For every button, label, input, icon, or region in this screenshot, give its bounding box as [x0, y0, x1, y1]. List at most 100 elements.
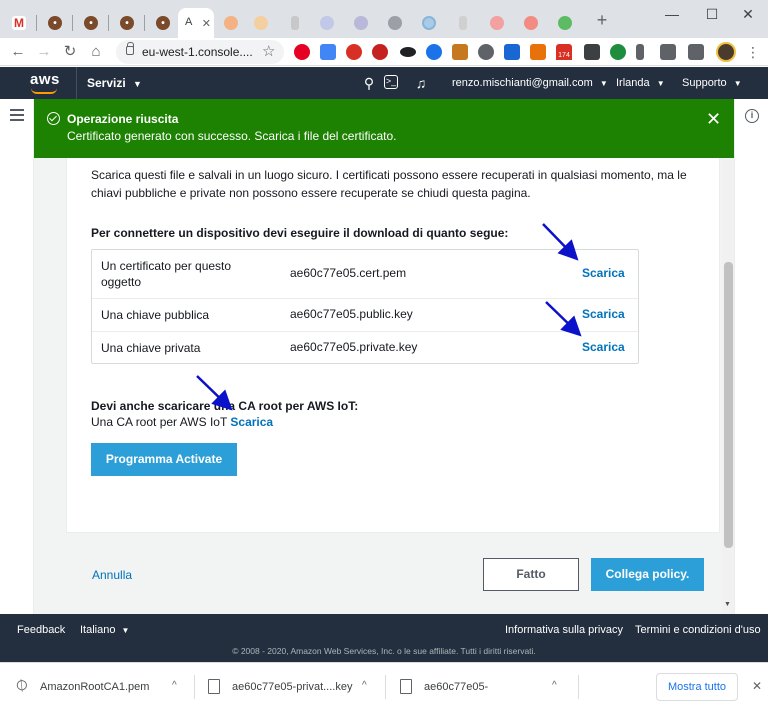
eye-icon[interactable]	[400, 47, 416, 57]
chevron-up-icon[interactable]: ^	[552, 680, 557, 691]
aws-logo[interactable]: aws	[30, 71, 60, 88]
usb-icon[interactable]	[636, 44, 644, 60]
support-menu[interactable]: Supporto ▼	[682, 67, 742, 100]
download-filename: AmazonRootCA1.pem	[40, 681, 150, 693]
download-filename: ae60c77e05-	[424, 681, 489, 693]
extension-box-icon[interactable]	[452, 44, 468, 60]
cancel-link[interactable]: Annulla	[92, 568, 132, 582]
adblock-icon[interactable]	[372, 44, 388, 60]
aws-navbar: aws Servizi ▼ ⚲ >_ ♫ renzo.mischianti@gm…	[0, 67, 768, 99]
tab-extra-5[interactable]	[346, 8, 376, 38]
bookmark-star-icon[interactable]: ☆	[262, 42, 275, 60]
terms-link[interactable]: Termini e condizioni d'uso	[635, 624, 761, 636]
scroll-down-arrow-icon[interactable]: ▼	[724, 601, 731, 608]
lock-icon	[126, 42, 134, 55]
aws-smile-icon	[31, 88, 57, 94]
browser-tab-strip: M • • • • A ✕ + — ☐ ✕	[0, 0, 768, 38]
pinterest-icon[interactable]	[294, 44, 310, 60]
console-footer: Feedback Italiano ▼ Informativa sulla pr…	[0, 614, 768, 662]
tab-extra-9[interactable]	[482, 8, 512, 38]
tab-extra-3[interactable]	[280, 8, 310, 38]
privacy-link[interactable]: Informativa sulla privacy	[505, 624, 623, 636]
close-icon[interactable]: ✕	[706, 109, 721, 130]
new-tab-button[interactable]: +	[592, 10, 612, 30]
back-icon[interactable]: ←	[6, 40, 30, 64]
page-favicon-icon	[558, 16, 572, 30]
browser-toolbar: ← → ↻ ⌂ eu-west-1.console.... ☆ 174 ⋮	[0, 38, 768, 66]
download-item[interactable]: ae60c77e05-privat....key ^	[208, 663, 378, 710]
file-name: ae60c77e05.private.key	[290, 340, 418, 354]
tab-extra-4[interactable]	[312, 8, 342, 38]
tab-extra-11[interactable]	[550, 8, 580, 38]
chevron-up-icon[interactable]: ^	[362, 680, 367, 691]
share-icon[interactable]	[610, 44, 626, 60]
tab-extra-7[interactable]	[414, 8, 444, 38]
close-icon[interactable]: ✕	[752, 679, 762, 693]
react-icon[interactable]	[426, 44, 442, 60]
owl-favicon-icon: •	[120, 16, 134, 30]
window-close-icon[interactable]: ✕	[728, 4, 768, 24]
puzzle-icon[interactable]	[688, 44, 704, 60]
download-root-ca-link[interactable]: Scarica	[230, 415, 273, 429]
search-icon[interactable]: ⚲	[361, 75, 377, 91]
download-item[interactable]: ae60c77e05- ^	[400, 663, 570, 710]
file-description: Un certificato per questo oggetto	[101, 259, 232, 289]
calendar-icon[interactable]: 174	[556, 44, 572, 60]
activate-program-button[interactable]: Programma Activate	[91, 443, 237, 476]
tab-extra-6[interactable]	[380, 8, 410, 38]
reload-icon[interactable]: ↻	[58, 40, 82, 64]
left-navigation-rail	[0, 99, 34, 614]
minimize-icon[interactable]: —	[652, 4, 692, 24]
translate-icon[interactable]	[320, 44, 336, 60]
attach-policy-button[interactable]: Collega policy.	[591, 558, 704, 591]
table-row: Una chiave privata ae60c77e05.private.ke…	[92, 332, 638, 364]
show-all-downloads-button[interactable]: Mostra tutto	[656, 673, 738, 701]
account-menu[interactable]: renzo.mischianti@gmail.com ▼	[452, 67, 608, 100]
window-capture-icon[interactable]	[660, 44, 676, 60]
services-menu[interactable]: Servizi ▼	[76, 67, 142, 99]
moon-icon[interactable]	[478, 44, 494, 60]
page-favicon-icon	[354, 16, 368, 30]
hamburger-menu-icon[interactable]	[10, 109, 24, 121]
owl-favicon-icon: •	[84, 16, 98, 30]
download-cert-link[interactable]: Scarica	[582, 266, 625, 280]
feedback-link[interactable]: Feedback	[17, 624, 65, 636]
tab-blog-4[interactable]: •	[148, 8, 178, 38]
extension-orange-icon[interactable]	[530, 44, 546, 60]
tab-extra-2[interactable]	[246, 8, 276, 38]
tab-blog-3[interactable]: •	[112, 8, 142, 38]
forward-icon[interactable]: →	[32, 40, 56, 64]
address-bar[interactable]: eu-west-1.console....	[116, 40, 284, 64]
extension-blue-icon[interactable]	[504, 44, 520, 60]
cloudshell-icon[interactable]: >_	[384, 75, 398, 89]
done-button[interactable]: Fatto	[483, 558, 579, 591]
gmail-icon: M	[12, 16, 26, 30]
tab-aws-console[interactable]: A ✕	[178, 8, 214, 38]
download-private-key-link[interactable]: Scarica	[582, 340, 625, 354]
bell-icon[interactable]: ♫	[413, 75, 429, 91]
tab-blog-2[interactable]: •	[76, 8, 106, 38]
info-icon[interactable]: i	[745, 109, 759, 123]
scrollbar-thumb[interactable]	[724, 262, 733, 548]
download-public-key-link[interactable]: Scarica	[582, 307, 625, 321]
chevron-up-icon[interactable]: ^	[172, 680, 177, 691]
close-icon[interactable]: ✕	[202, 17, 211, 30]
tab-active-letter: A	[185, 16, 193, 28]
page-favicon-icon	[224, 16, 238, 30]
maximize-icon[interactable]: ☐	[692, 4, 732, 24]
tab-blog-1[interactable]: •	[40, 8, 70, 38]
table-row: Una chiave pubblica ae60c77e05.public.ke…	[92, 299, 638, 332]
tab-gmail[interactable]: M	[4, 8, 34, 38]
more-vert-icon[interactable]: ⋮	[746, 44, 760, 61]
profile-avatar[interactable]	[716, 42, 736, 62]
region-menu[interactable]: Irlanda ▼	[616, 67, 665, 100]
download-item[interactable]: ∅ AmazonRootCA1.pem ^	[12, 663, 186, 710]
language-menu[interactable]: Italiano ▼	[80, 624, 129, 636]
tab-extra-10[interactable]	[516, 8, 546, 38]
home-icon[interactable]: ⌂	[84, 40, 108, 64]
right-help-rail: i	[734, 99, 768, 614]
screen-icon[interactable]	[584, 44, 600, 60]
mail-extension-icon[interactable]	[346, 44, 362, 60]
tab-extra-8[interactable]	[448, 8, 478, 38]
tab-extra-1[interactable]	[216, 8, 246, 38]
